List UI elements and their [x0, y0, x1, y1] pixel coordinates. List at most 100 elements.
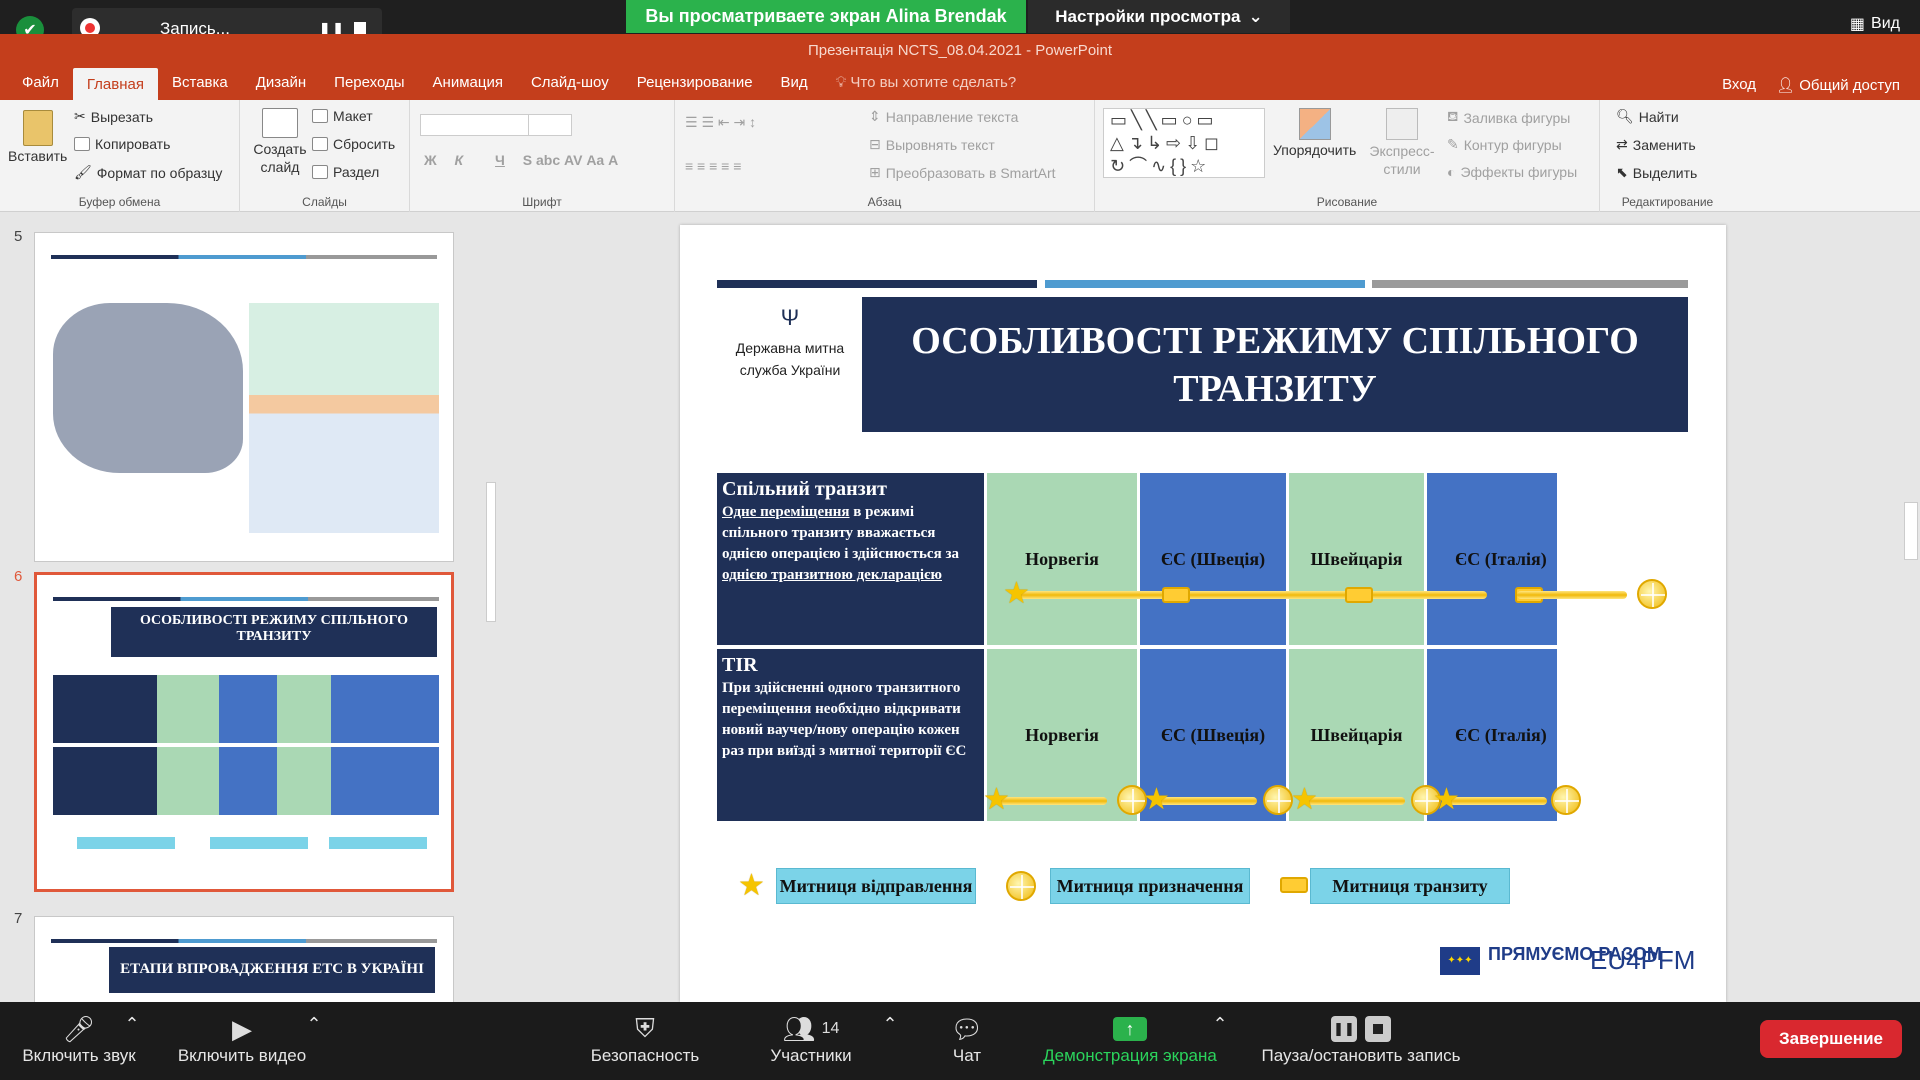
pause-stop-record-button[interactable]: ❚❚ Пауза/остановить запись	[1246, 1012, 1476, 1066]
menu-insert[interactable]: Вставка	[158, 74, 242, 100]
replace-label: Заменить	[1632, 136, 1696, 153]
layout-button[interactable]: Макет	[312, 108, 373, 124]
shape-fill-button[interactable]: ⛾ Заливка фигуры	[1447, 108, 1570, 127]
align-buttons[interactable]: ≡ ≡ ≡ ≡ ≡	[685, 158, 741, 174]
editor-scrollbar[interactable]	[1902, 212, 1920, 1002]
view-button[interactable]: ▦ Вид	[1850, 14, 1900, 34]
section-button[interactable]: Раздел	[312, 164, 379, 180]
menu-slideshow[interactable]: Слайд-шоу	[517, 74, 623, 100]
smartart-button[interactable]: ⊞ Преобразовать в SmartArt	[869, 164, 1056, 181]
shape-outline-button[interactable]: ✎ Контур фигуры	[1447, 136, 1562, 153]
grid-icon: ▦	[1849, 16, 1866, 33]
country-cell: ЄС (Італія)	[1427, 473, 1557, 645]
text-direction-label: Направление текста	[885, 108, 1019, 125]
current-slide[interactable]: Ψ Державна митна служба України ОСОБЛИВО…	[680, 225, 1726, 1002]
paste-button[interactable]: Вставить	[8, 110, 67, 164]
text-direction-icon: ⇕	[869, 108, 881, 124]
share-screen-button[interactable]: ↑ Демонстрация экрана	[1030, 1012, 1230, 1066]
menu-view[interactable]: Вид	[767, 74, 822, 100]
replace-button[interactable]: ⇄ Заменить	[1616, 136, 1696, 153]
scissors-icon: ✂	[74, 108, 86, 124]
arrange-button[interactable]: Упорядочить	[1273, 108, 1356, 158]
eu-flag-icon: ✦✦✦	[1440, 947, 1480, 975]
font-size-input[interactable]	[528, 114, 572, 136]
slide-number: 5	[14, 228, 23, 245]
drawing-group-label: Рисование	[1316, 195, 1378, 209]
chat-label: Чат	[952, 1046, 982, 1065]
replace-icon: ⇄	[1616, 136, 1628, 152]
menu-animations[interactable]: Анимация	[419, 74, 517, 100]
list-buttons[interactable]: ☰ ☰ ⇤ ⇥ ↕	[685, 114, 756, 131]
accent-stripe	[717, 280, 1037, 288]
select-button[interactable]: ⬉ Выделить	[1616, 164, 1697, 181]
stop-record-icon[interactable]	[354, 22, 366, 34]
share-options-chevron-icon[interactable]: ⌃	[1210, 1014, 1230, 1035]
participants-options-chevron-icon[interactable]: ⌃	[880, 1014, 900, 1035]
pause-record-label: Пауза/остановить запись	[1261, 1046, 1461, 1065]
font-group: Ж К Ч S abc AV Aa A Шрифт	[410, 100, 675, 212]
slide-number: 7	[14, 910, 23, 927]
slides-panel-scrollbar[interactable]	[482, 220, 500, 1000]
destination-coin-icon	[1637, 579, 1667, 609]
align-text-button[interactable]: ⊟ Выровнять текст	[869, 136, 995, 153]
font-name-input[interactable]	[420, 114, 532, 136]
security-button[interactable]: ⛨ Безопасность	[580, 1012, 710, 1066]
departure-star-icon: ★	[1291, 783, 1318, 816]
new-slide-button[interactable]: Создать слайд	[250, 108, 310, 176]
font-group-label: Шрифт	[522, 195, 562, 209]
layout-icon	[312, 109, 328, 123]
video-options-chevron-icon[interactable]: ⌃	[304, 1014, 324, 1035]
text-direction-button[interactable]: ⇕ Направление текста	[869, 108, 1018, 125]
row-label: Спільний транзит Одне переміщення в режи…	[717, 473, 984, 645]
transit-arrow	[1017, 591, 1487, 599]
editing-group-label: Редактирование	[1621, 195, 1714, 209]
row-heading: Спільний транзит	[722, 478, 887, 500]
quick-styles-button[interactable]: Экспресс-стили	[1367, 108, 1437, 178]
security-label: Безопасность	[590, 1046, 700, 1065]
scrollbar-thumb[interactable]	[486, 482, 496, 622]
shapes-gallery[interactable]: ▭╲╲▭○▭ △↴↳⇨⇩◻ ↻⌒∿{}☆	[1103, 108, 1265, 178]
reset-button[interactable]: Сбросить	[312, 136, 395, 152]
slide-thumbnail-6[interactable]: ОСОБЛИВОСТІ РЕЖИМУ СПІЛЬНОГО ТРАНЗИТУ	[34, 572, 454, 892]
paint-bucket-icon: ⛾	[1447, 108, 1459, 124]
participants-label: Участники	[770, 1046, 852, 1065]
quick-styles-label: Экспресс-стили	[1369, 143, 1435, 177]
scrollbar-thumb[interactable]	[1904, 502, 1918, 560]
info-thumbnail	[249, 303, 439, 533]
menu-review[interactable]: Рецензирование	[623, 74, 767, 100]
transit-arrow	[1517, 591, 1627, 599]
share-button[interactable]: 👤︎ Общий доступ	[1776, 76, 1900, 94]
view-settings-button[interactable]: Настройки просмотра ⌄	[1028, 0, 1290, 33]
tir-row: TIR При здійсненні одного транзитного пе…	[717, 649, 1687, 821]
start-video-button[interactable]: ▶︎ Включить видео	[172, 1012, 312, 1066]
audio-options-chevron-icon[interactable]: ⌃	[122, 1014, 142, 1035]
share-screen-icon: ↑	[1113, 1017, 1147, 1041]
clipboard-icon	[22, 110, 53, 146]
menu-transitions[interactable]: Переходы	[320, 74, 418, 100]
pen-icon: ✎	[1447, 136, 1459, 152]
slide-thumbnail-7[interactable]: ЕТАПИ ВПРОВАДЖЕННЯ ЕТС В УКРАЇНІ	[34, 916, 454, 1006]
lightbulb-icon: 💡︎	[835, 74, 847, 91]
org-name: Державна митна служба України	[735, 340, 845, 378]
slide-thumbnail-5[interactable]	[34, 232, 454, 562]
sign-in-link[interactable]: Вход	[1722, 76, 1756, 94]
menu-file[interactable]: Файл	[8, 74, 73, 100]
shield-icon: ⛨	[635, 1013, 655, 1043]
end-meeting-button[interactable]: Завершение	[1760, 1020, 1902, 1058]
chat-button[interactable]: 💬︎ Чат	[932, 1012, 1002, 1066]
shape-effects-button[interactable]: ◐ Эффекты фигуры	[1447, 164, 1577, 180]
font-format-buttons[interactable]: Ж К Ч S abc AV Aa A	[424, 152, 618, 168]
person-icon: 👤︎	[1776, 77, 1796, 94]
departure-star-icon: ★	[1143, 783, 1170, 816]
find-button[interactable]: 🔍︎ Найти	[1616, 108, 1679, 125]
copy-button[interactable]: Копировать	[74, 136, 170, 152]
clipboard-group-label: Буфер обмена	[78, 195, 161, 209]
tell-me-input[interactable]: 💡︎ Что вы хотите сделать?	[822, 74, 1031, 100]
departure-star-icon: ★	[1003, 577, 1030, 610]
cut-button[interactable]: ✂ Вырезать	[74, 108, 153, 125]
thumbnail-title: ЕТАПИ ВПРОВАДЖЕННЯ ЕТС В УКРАЇНІ	[109, 947, 435, 993]
menu-home[interactable]: Главная	[72, 68, 158, 100]
format-painter-button[interactable]: 🖌︎ Формат по образцу	[74, 164, 222, 181]
participants-button[interactable]: 👥︎ 14 Участники	[756, 1012, 866, 1066]
menu-design[interactable]: Дизайн	[242, 74, 320, 100]
